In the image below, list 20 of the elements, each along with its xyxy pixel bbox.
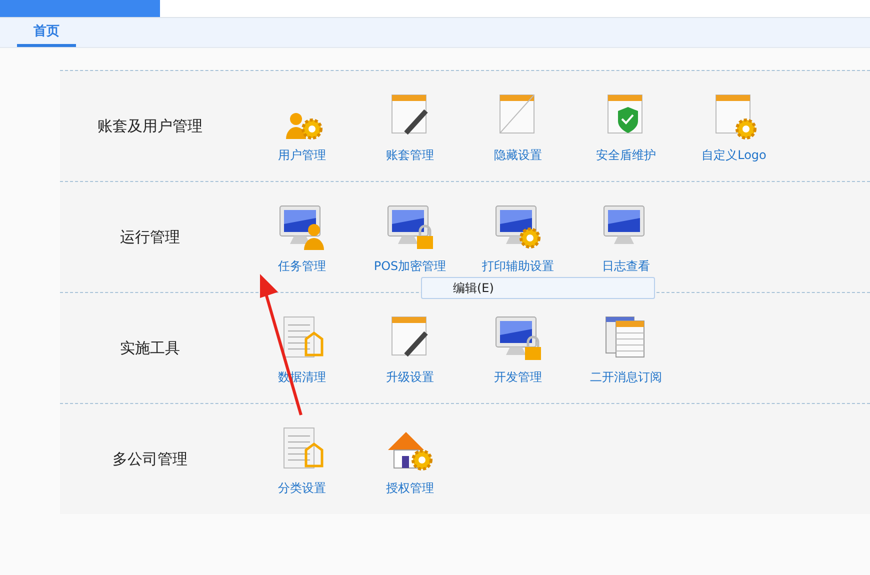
item-link[interactable]: 打印辅助设置 — [482, 258, 554, 274]
item-link[interactable]: 自定义Logo — [702, 146, 766, 164]
section-title: 多公司管理 — [112, 450, 188, 468]
menu-item[interactable]: 编辑(E) — [453, 280, 494, 296]
item-link[interactable]: 隐藏设置 — [494, 146, 542, 164]
item-link[interactable]: 开发管理 — [494, 368, 542, 386]
item-link[interactable]: 授权管理 — [386, 480, 434, 496]
section-title: 账套及用户管理 — [96, 116, 204, 136]
item-link[interactable]: 日志查看 — [602, 258, 650, 274]
item-link[interactable]: 用户管理 — [278, 146, 326, 164]
section-title: 运行管理 — [119, 228, 181, 246]
item-link[interactable]: 账套管理 — [386, 146, 434, 164]
item-link[interactable]: 升级设置 — [386, 368, 434, 386]
item-link[interactable]: 二开消息订阅 — [590, 368, 662, 386]
item-link[interactable]: 安全盾维护 — [596, 146, 656, 164]
section-title: 实施工具 — [119, 338, 181, 358]
tab[interactable]: 首页 — [17, 18, 76, 47]
item-link[interactable]: POS加密管理 — [374, 258, 446, 274]
item-link[interactable]: 任务管理 — [278, 258, 326, 274]
item-link[interactable]: 分类设置 — [278, 480, 326, 496]
